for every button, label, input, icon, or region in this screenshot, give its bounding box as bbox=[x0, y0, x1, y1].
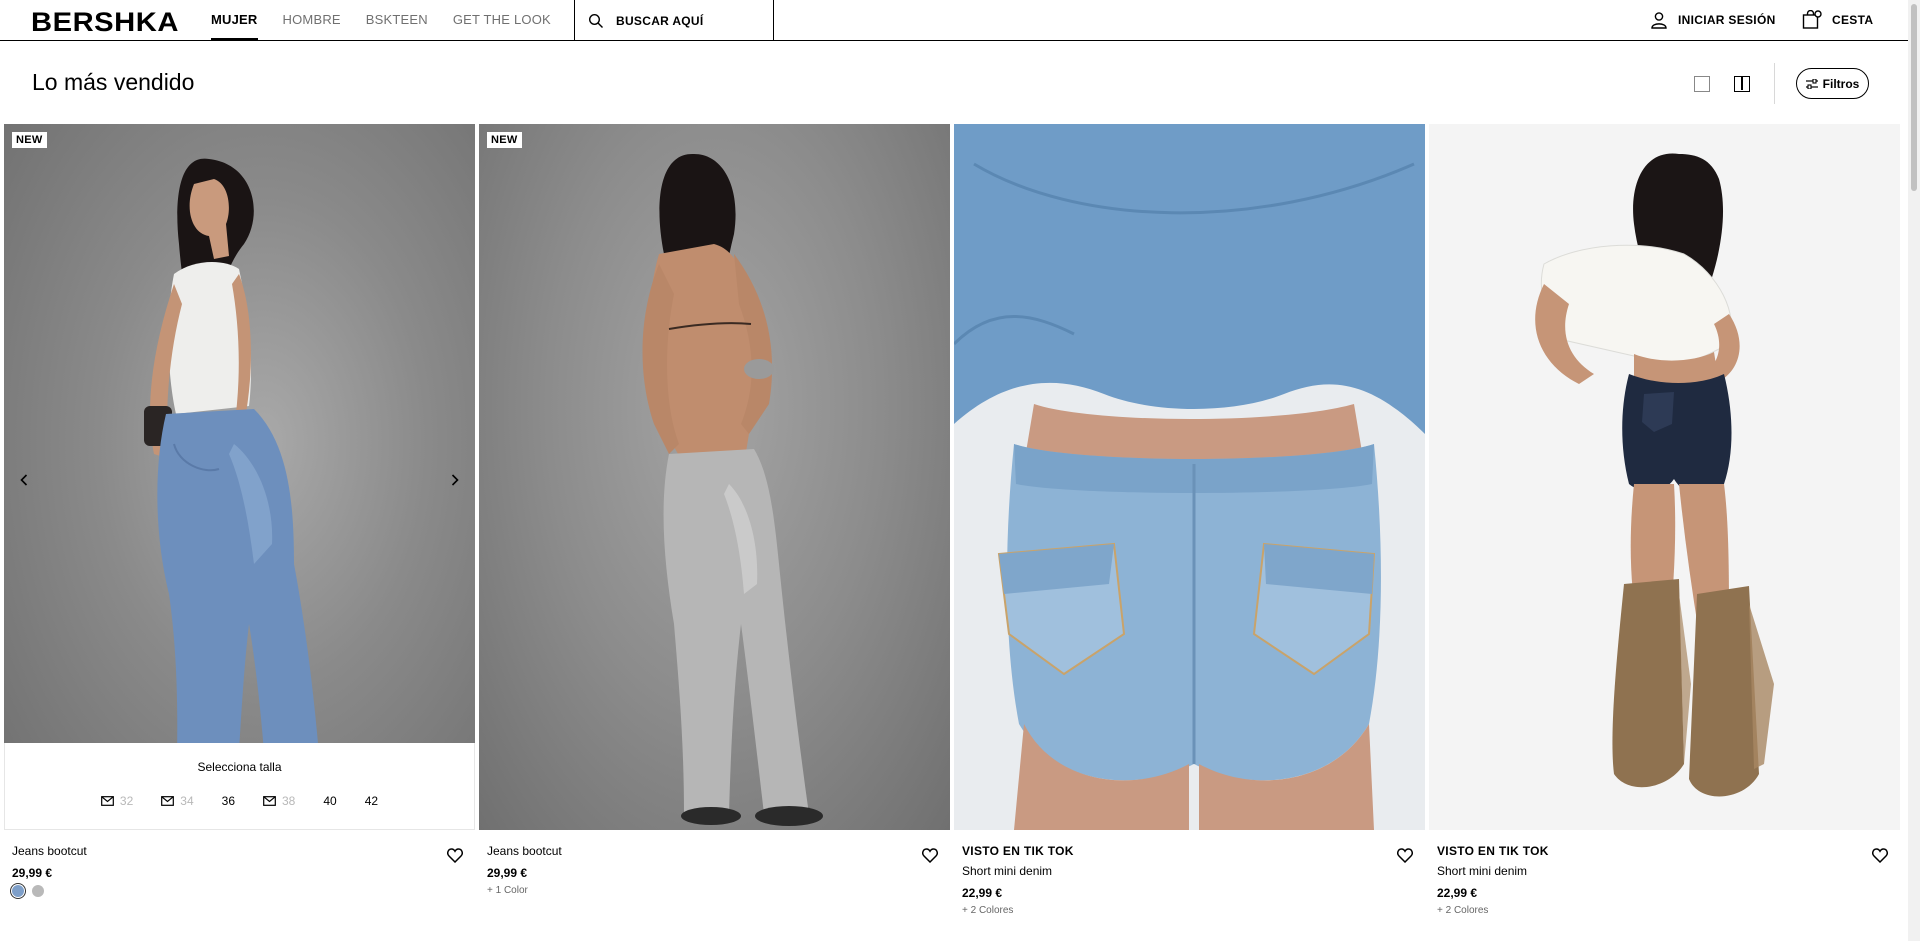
filters-label: Filtros bbox=[1822, 76, 1860, 91]
search-input[interactable]: BUSCAR AQUÍ bbox=[574, 0, 774, 41]
product-info: Jeans bootcut 29,99 € + 1 Color bbox=[479, 830, 950, 930]
main-nav: MUJER HOMBRE BSKTEEN GET THE LOOK bbox=[211, 0, 551, 40]
mail-icon bbox=[101, 796, 114, 806]
promo-label: VISTO EN TIK TOK bbox=[1437, 844, 1549, 858]
product-info: VISTO EN TIK TOK Short mini denim 22,99 … bbox=[1429, 830, 1900, 930]
size-label: 34 bbox=[180, 794, 194, 808]
divider bbox=[1774, 63, 1775, 104]
size-selector: Selecciona talla 32 34 36 38 40 42 bbox=[4, 743, 475, 830]
cart-link[interactable]: CESTA bbox=[1802, 0, 1873, 40]
heart-icon[interactable] bbox=[1397, 848, 1413, 863]
brand-logo[interactable]: BERSHKA bbox=[31, 7, 179, 38]
color-swatches bbox=[12, 885, 467, 897]
size-label: 38 bbox=[282, 794, 296, 808]
page-scrollbar[interactable] bbox=[1908, 0, 1920, 941]
nav-item-bskteen[interactable]: BSKTEEN bbox=[366, 0, 428, 40]
color-swatch[interactable] bbox=[12, 885, 24, 897]
promo-label: VISTO EN TIK TOK bbox=[962, 844, 1074, 858]
size-option[interactable]: 34 bbox=[161, 794, 194, 808]
more-colors-label[interactable]: + 1 Color bbox=[487, 885, 942, 896]
product-name[interactable]: Short mini denim bbox=[1437, 864, 1892, 878]
model-photo bbox=[642, 153, 823, 826]
product-card[interactable]: NEW Jeans bootcut 29,99 € + 1 Color bbox=[479, 124, 950, 930]
product-image[interactable] bbox=[954, 124, 1425, 830]
page-title: Lo más vendido bbox=[32, 69, 195, 95]
cart-label: CESTA bbox=[1832, 13, 1874, 27]
size-label: 42 bbox=[364, 794, 379, 808]
product-name[interactable]: Jeans bootcut bbox=[487, 844, 942, 858]
size-option[interactable]: 36 bbox=[222, 794, 235, 808]
size-list: 32 34 36 38 40 42 bbox=[5, 794, 474, 808]
size-option[interactable]: 38 bbox=[263, 794, 295, 808]
more-colors-label[interactable]: + 2 Colores bbox=[962, 905, 1417, 916]
nav-item-mujer[interactable]: MUJER bbox=[211, 0, 258, 40]
chevron-left-icon bbox=[20, 474, 28, 486]
login-label: INICIAR SESIÓN bbox=[1678, 13, 1776, 27]
sliders-icon bbox=[1805, 78, 1818, 89]
product-info: VISTO EN TIK TOK Short mini denim 22,99 … bbox=[954, 830, 1425, 930]
size-selector-title: Selecciona talla bbox=[197, 760, 282, 774]
product-card[interactable]: NEW Selecciona talla 32 34 36 38 40 42 J… bbox=[4, 124, 475, 930]
more-colors-label[interactable]: + 2 Colores bbox=[1437, 905, 1892, 916]
product-price: 22,99 € bbox=[1437, 886, 1478, 900]
model-photo bbox=[144, 158, 324, 830]
search-icon bbox=[588, 13, 603, 28]
product-name[interactable]: Short mini denim bbox=[962, 864, 1417, 878]
new-badge: NEW bbox=[12, 132, 47, 148]
two-column-view-button[interactable] bbox=[1734, 76, 1750, 92]
model-photo bbox=[954, 124, 1425, 830]
product-price: 29,99 € bbox=[12, 866, 53, 880]
shopping-bag-icon bbox=[1802, 10, 1822, 29]
heart-icon[interactable] bbox=[447, 848, 463, 863]
size-label: 32 bbox=[119, 794, 134, 808]
model-photo bbox=[1535, 153, 1774, 797]
carousel-prev-button[interactable] bbox=[14, 470, 34, 490]
mail-icon bbox=[161, 796, 175, 806]
size-label: 36 bbox=[221, 794, 235, 808]
product-image[interactable]: NEW bbox=[479, 124, 950, 830]
product-info: Jeans bootcut 29,99 € bbox=[4, 830, 475, 930]
new-badge: NEW bbox=[487, 132, 522, 148]
size-option[interactable]: 42 bbox=[365, 794, 378, 808]
product-price: 22,99 € bbox=[962, 886, 1003, 900]
login-link[interactable]: INICIAR SESIÓN bbox=[1650, 0, 1776, 40]
product-price: 29,99 € bbox=[487, 866, 528, 880]
nav-item-hombre[interactable]: HOMBRE bbox=[283, 0, 341, 40]
mail-icon bbox=[263, 796, 276, 806]
heart-icon[interactable] bbox=[922, 848, 938, 863]
nav-item-get-the-look[interactable]: GET THE LOOK bbox=[453, 0, 551, 40]
product-name[interactable]: Jeans bootcut bbox=[12, 844, 467, 858]
size-option[interactable]: 40 bbox=[323, 794, 336, 808]
product-card[interactable]: VISTO EN TIK TOK Short mini denim 22,99 … bbox=[954, 124, 1425, 930]
size-label: 40 bbox=[323, 794, 337, 808]
filters-button[interactable]: Filtros bbox=[1796, 68, 1869, 99]
product-card[interactable]: VISTO EN TIK TOK Short mini denim 22,99 … bbox=[1429, 124, 1900, 930]
product-image[interactable]: NEW Selecciona talla 32 34 36 38 40 42 bbox=[4, 124, 475, 830]
scrollbar-thumb[interactable] bbox=[1911, 4, 1917, 191]
product-image[interactable] bbox=[1429, 124, 1900, 830]
color-swatch[interactable] bbox=[32, 885, 44, 897]
size-option[interactable]: 32 bbox=[101, 794, 133, 808]
user-icon bbox=[1651, 12, 1667, 29]
site-header: BERSHKA MUJER HOMBRE BSKTEEN GET THE LOO… bbox=[0, 0, 1908, 41]
chevron-right-icon bbox=[451, 474, 459, 486]
heart-icon[interactable] bbox=[1872, 848, 1888, 863]
carousel-next-button[interactable] bbox=[445, 470, 465, 490]
single-column-view-button[interactable] bbox=[1694, 76, 1710, 92]
search-placeholder: BUSCAR AQUÍ bbox=[616, 13, 704, 28]
